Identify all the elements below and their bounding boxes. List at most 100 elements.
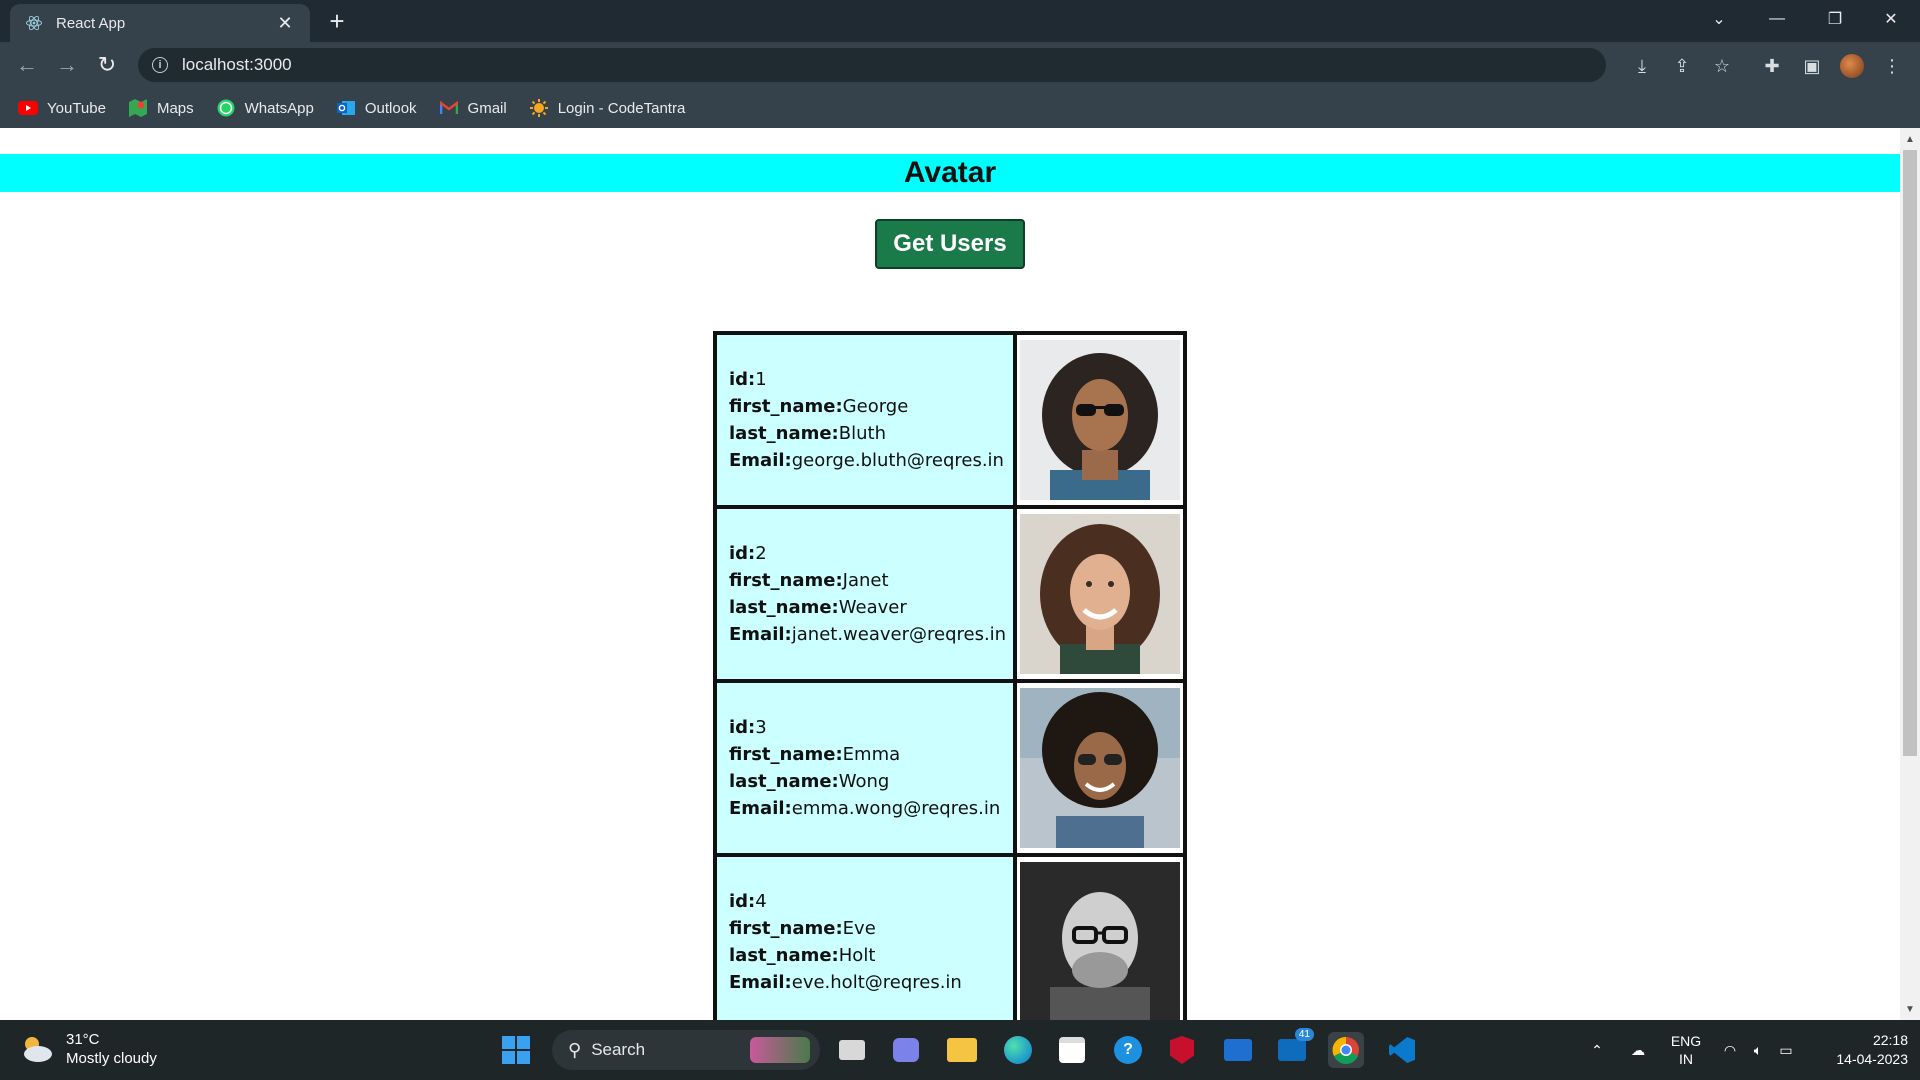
onedrive-icon[interactable]: ☁ xyxy=(1622,1020,1654,1080)
user-id-line: id:2 xyxy=(729,543,767,564)
user-avatar-image xyxy=(1020,862,1180,1020)
mail-badge: 41 xyxy=(1294,1028,1314,1041)
bookmark-label: Maps xyxy=(156,99,194,117)
show-hidden-icons[interactable]: ⌃ xyxy=(1582,1020,1612,1080)
new-tab-icon[interactable]: + xyxy=(322,6,352,37)
tab-search-icon[interactable]: ⌄ xyxy=(1690,0,1748,38)
menu-icon[interactable]: ⋮ xyxy=(1880,54,1904,78)
search-icon: ⚲ xyxy=(568,1039,582,1060)
user-info-cell: id:1 first_name:George last_name:Bluth E… xyxy=(715,333,1015,507)
user-first-name-line: first_name:Emma xyxy=(729,744,901,765)
user-email-line: Email:eve.holt@reqres.in xyxy=(729,972,962,993)
share-icon[interactable]: ⇪ xyxy=(1670,54,1694,78)
weather-widget[interactable]: 31°C Mostly cloudy xyxy=(20,1030,157,1068)
reload-icon[interactable]: ↻ xyxy=(92,50,122,80)
windows-icon xyxy=(502,1036,530,1064)
weather-desc: Mostly cloudy xyxy=(66,1050,157,1067)
bookmark-youtube[interactable]: YouTube xyxy=(18,100,106,117)
bookmark-codetantra[interactable]: Login - CodeTantra xyxy=(529,99,685,117)
page-header: Avatar xyxy=(0,154,1900,192)
back-icon[interactable]: ← xyxy=(12,50,42,80)
task-view-icon[interactable] xyxy=(834,1032,870,1068)
extensions-icon[interactable]: ✚ xyxy=(1760,54,1784,78)
bookmark-gmail[interactable]: Gmail xyxy=(439,100,507,117)
table-row: id:4 first_name:Eve last_name:Holt Email… xyxy=(715,855,1185,1020)
search-highlight-icon xyxy=(750,1037,810,1063)
user-id-line: id:4 xyxy=(729,891,767,912)
site-info-icon[interactable]: i xyxy=(152,57,168,73)
chrome-logo-icon xyxy=(1332,1036,1359,1064)
minimize-icon[interactable]: — xyxy=(1748,0,1806,38)
url-text: localhost:3000 xyxy=(182,55,292,74)
profile-avatar[interactable] xyxy=(1840,54,1864,78)
maps-icon xyxy=(128,99,148,117)
bookmark-outlook[interactable]: Outlook xyxy=(336,100,417,117)
bookmark-maps[interactable]: Maps xyxy=(128,99,194,117)
teams-chat-icon[interactable] xyxy=(888,1032,924,1068)
taskbar-search[interactable]: ⚲ Search xyxy=(552,1030,820,1070)
tab-title: React App xyxy=(56,14,126,32)
whatsapp-icon xyxy=(216,99,236,117)
language-indicator[interactable]: ENG IN xyxy=(1664,1020,1708,1080)
store-icon[interactable] xyxy=(1054,1032,1090,1068)
bookmark-whatsapp[interactable]: WhatsApp xyxy=(216,99,314,117)
volume-icon[interactable]: 🔈︎ xyxy=(1746,1020,1770,1080)
user-avatar-image xyxy=(1020,340,1180,500)
user-first-name-line: first_name:Eve xyxy=(729,918,876,939)
user-avatar-image xyxy=(1020,688,1180,848)
user-id-line: id:1 xyxy=(729,369,767,390)
battery-icon[interactable]: ▭ xyxy=(1774,1020,1798,1080)
address-bar[interactable]: i localhost:3000 xyxy=(138,48,1606,82)
forward-icon[interactable]: → xyxy=(52,50,82,80)
start-button[interactable] xyxy=(498,1032,534,1068)
help-icon[interactable]: ? xyxy=(1110,1032,1146,1068)
page-scrollbar[interactable]: ▲ ▼ xyxy=(1900,128,1920,1020)
tab-react-app[interactable]: React App ✕ xyxy=(10,4,310,42)
users-table: id:1 first_name:George last_name:Bluth E… xyxy=(713,331,1187,1020)
clock[interactable]: 22:18 14-04-2023 xyxy=(1812,1020,1908,1080)
bookmark-star-icon[interactable]: ☆ xyxy=(1710,54,1734,78)
user-last-name-line: last_name:Bluth xyxy=(729,423,886,444)
wifi-icon[interactable]: ◠ xyxy=(1718,1020,1742,1080)
page-title: Avatar xyxy=(903,156,997,189)
user-first-name-line: first_name:Janet xyxy=(729,570,889,591)
language-code: ENG xyxy=(1670,1033,1702,1049)
vscode-icon[interactable] xyxy=(1384,1032,1420,1068)
bookmarks-bar: YouTube Maps WhatsApp Outlook Gmail Logi… xyxy=(0,88,1920,128)
user-avatar-cell xyxy=(1015,855,1185,1020)
user-email-line: Email:george.bluth@reqres.in xyxy=(729,450,1004,471)
close-window-icon[interactable]: ✕ xyxy=(1862,0,1920,38)
browser-toolbar: ← → ↻ i localhost:3000 ⤓ ⇪ ☆ ✚ ▣ ⋮ xyxy=(0,42,1920,88)
scrollbar-thumb[interactable] xyxy=(1903,150,1917,756)
clock-time: 22:18 xyxy=(1872,1032,1908,1048)
edge-icon[interactable] xyxy=(1000,1032,1036,1068)
cloud-icon xyxy=(24,1037,52,1062)
user-info-cell: id:4 first_name:Eve last_name:Holt Email… xyxy=(715,855,1015,1020)
mail-icon[interactable]: 41 xyxy=(1274,1028,1314,1068)
outlook-icon xyxy=(336,100,356,116)
chrome-icon[interactable] xyxy=(1328,1032,1364,1068)
user-last-name-line: last_name:Holt xyxy=(729,945,876,966)
restore-icon[interactable]: ❐ xyxy=(1806,0,1864,38)
user-id-line: id:3 xyxy=(729,717,767,738)
myhp-icon[interactable] xyxy=(1220,1032,1256,1068)
table-row: id:2 first_name:Janet last_name:Weaver E… xyxy=(715,507,1185,681)
file-explorer-icon[interactable] xyxy=(944,1032,980,1068)
user-first-name-line: first_name:George xyxy=(729,396,909,417)
close-tab-icon[interactable]: ✕ xyxy=(274,13,296,34)
taskbar: 31°C Mostly cloudy ⚲ Search ? 41 ⌃ ☁ ENG… xyxy=(0,1020,1920,1080)
get-users-button[interactable]: Get Users xyxy=(875,219,1025,269)
user-email-line: Email:janet.weaver@reqres.in xyxy=(729,624,1007,645)
side-panel-icon[interactable]: ▣ xyxy=(1800,54,1824,78)
scroll-down-icon[interactable]: ▼ xyxy=(1900,1000,1920,1018)
user-avatar-cell xyxy=(1015,507,1185,681)
user-avatar-cell xyxy=(1015,333,1185,507)
region-code: IN xyxy=(1679,1051,1693,1067)
scroll-up-icon[interactable]: ▲ xyxy=(1900,130,1920,148)
bookmark-label: Gmail xyxy=(467,99,507,117)
table-row: id:3 first_name:Emma last_name:Wong Emai… xyxy=(715,681,1185,855)
mcafee-icon[interactable] xyxy=(1164,1032,1200,1068)
table-row: id:1 first_name:George last_name:Bluth E… xyxy=(715,333,1185,507)
install-icon[interactable]: ⤓ xyxy=(1630,54,1654,78)
user-last-name-line: last_name:Wong xyxy=(729,771,890,792)
